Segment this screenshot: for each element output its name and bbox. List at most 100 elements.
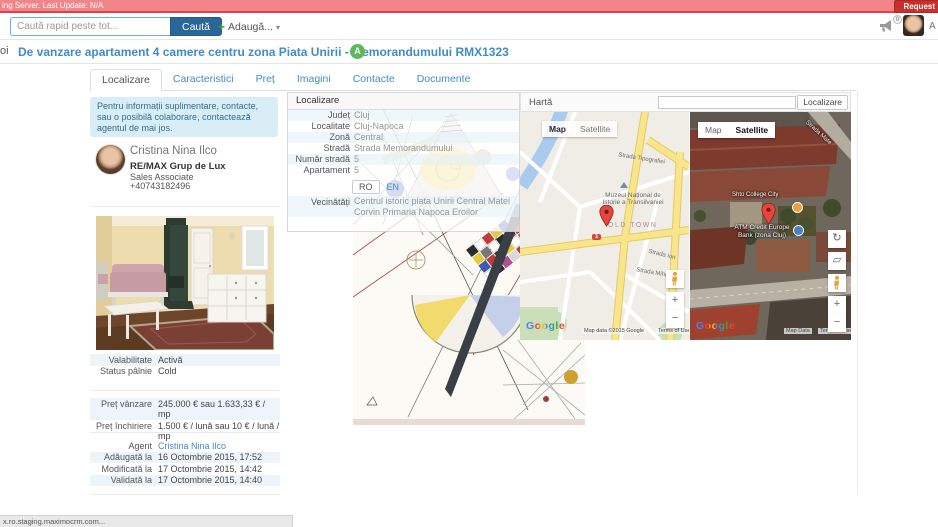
map-card-header: Hartă Localizare (520, 92, 851, 112)
agent-card: Cristina Nina Ilco RE/MAX Grup de Lux Sa… (90, 143, 280, 203)
divider (90, 432, 280, 433)
restaurant-poi-icon[interactable] (792, 202, 803, 213)
lang-tab-ro[interactable]: RO (352, 180, 380, 194)
district-label: OLD TOWN (608, 222, 657, 229)
field-row-pret-vanzare: Preț vânzare 245.000 € sau 1.633,33 € / … (90, 398, 280, 420)
roadmap-satellite-button[interactable]: Satellite (573, 121, 617, 137)
divider (90, 390, 280, 391)
map-card-title: Hartă (529, 97, 658, 108)
panel-row-vecinatati: Vecinătăți Centrul istoric piata Unirii … (288, 196, 519, 217)
divider (90, 494, 280, 495)
global-search: Caută (10, 17, 222, 36)
tab-contacte[interactable]: Contacte (342, 69, 406, 91)
staging-banner: ing Server. Last Update: N/A Request (0, 0, 938, 13)
satmap-satellite-button[interactable]: Satellite (729, 122, 776, 138)
status-fields: Valabilitate Activă Status pâlnie Cold (90, 354, 280, 377)
price-fields: Preț vânzare 245.000 € sau 1.633,33 € / … (90, 398, 280, 442)
field-row-adaugata: Adăugată la 16 Octombrie 2015, 17:52 (90, 452, 280, 464)
property-tabs: Localizare Caracteristici Preț Imagini C… (90, 68, 857, 91)
zoom-in-button[interactable]: + (666, 292, 684, 310)
map-attribution: Map data ©2015 Google (582, 328, 646, 334)
field-row-status-palnie: Status pâlnie Cold (90, 366, 280, 378)
agent-name: Cristina Nina Ilco (130, 145, 217, 157)
google-logo[interactable]: Google (696, 320, 735, 332)
roadmap-map-type-control: Map Satellite (542, 121, 617, 137)
plus-icon: + (218, 20, 225, 34)
crm-property-page: ing Server. Last Update: N/A Request Cau… (0, 0, 938, 527)
map-locate-button[interactable]: Localizare (797, 95, 848, 110)
panel-row-localitate: Localitate Cluj-Napoca (288, 121, 519, 132)
add-dropdown[interactable]: + Adaugă... ▾ (218, 20, 280, 34)
pegman-control[interactable] (828, 274, 846, 292)
pegman-icon (670, 271, 680, 286)
agent-avatar (96, 145, 125, 174)
poi-label-college: Shto College City (732, 192, 778, 198)
localizare-panel-title: Localizare (288, 93, 519, 110)
request-button[interactable]: Request (894, 0, 938, 13)
staging-status-text: ing Server. Last Update: N/A (2, 1, 103, 10)
search-button[interactable]: Caută (170, 17, 222, 36)
terms-of-use-link[interactable]: Terms of Use (656, 328, 689, 334)
panel-row-apartament: Apartament 5 (288, 165, 519, 176)
museum-label: Muzeul Național de Istorie a Transilvani… (598, 192, 668, 206)
zoom-in-button[interactable]: + (828, 296, 846, 314)
property-photo[interactable] (96, 216, 274, 350)
tab-caracteristici[interactable]: Caracteristici (162, 69, 245, 91)
search-input[interactable] (10, 17, 170, 36)
tab-documente[interactable]: Documente (406, 69, 482, 91)
tab-localizare[interactable]: Localizare (90, 69, 162, 91)
meta-fields: Agent Cristina Nina Ilco Adăugată la 16 … (90, 440, 280, 486)
lang-tab-en[interactable]: EN (380, 181, 407, 193)
link-preview-statusbar: x.ro.staging.maximocrm.com... (0, 515, 293, 527)
chevron-down-icon: ▾ (276, 23, 280, 32)
notification-count-badge: 0 (893, 15, 902, 24)
google-logo[interactable]: Google (526, 320, 565, 332)
panel-row-zona: Zonă Central (288, 132, 519, 143)
field-row-agent: Agent Cristina Nina Ilco (90, 440, 280, 452)
back-link-fragment[interactable]: oi (0, 45, 9, 57)
field-row-validata: Validată la 17 Octombrie 2015, 14:40 (90, 475, 280, 487)
panel-row-strada: Stradă Strada Memorandumului (288, 143, 519, 154)
field-row-pret-inchiriere: Preț închiriere 1.500 € / lună sau 10 € … (90, 420, 280, 442)
map-attribution: Map Data (784, 328, 812, 334)
localizare-panel: Localizare Județ Cluj Localitate Cluj-Na… (287, 92, 520, 232)
language-tabs: RO EN (352, 180, 519, 194)
pegman-icon (832, 275, 842, 290)
add-label: Adaugă... (228, 21, 273, 33)
tab-imagini[interactable]: Imagini (286, 69, 342, 91)
user-avatar[interactable] (903, 15, 924, 36)
field-row-valabilitate: Valabilitate Activă (90, 354, 280, 366)
agent-phone: +40743182496 (130, 181, 190, 191)
bank-poi-icon[interactable] (793, 225, 804, 236)
tab-pret[interactable]: Preț (245, 69, 286, 91)
active-status-badge: A (350, 44, 365, 59)
panel-row-judet: Județ Cluj (288, 110, 519, 121)
agent-company: RE/MAX Grup de Lux (130, 161, 226, 172)
satellite-map[interactable]: Map Satellite Shto College City ATM Cred… (690, 112, 851, 340)
app-header: Caută + Adaugă... ▾ 0 A (0, 13, 938, 40)
content-border (857, 91, 858, 495)
rotate-control[interactable]: ↻ (828, 230, 846, 248)
route-shield: 1 (592, 234, 601, 240)
roadmap-map-button[interactable]: Map (542, 121, 573, 137)
page-title: De vanzare apartament 4 camere centru zo… (18, 45, 509, 59)
zoom-out-button[interactable]: − (666, 310, 684, 328)
title-bar: oi De vanzare apartament 4 camere centru… (0, 40, 938, 64)
map-locate-input[interactable] (658, 96, 796, 109)
satmap-map-button[interactable]: Map (698, 122, 729, 138)
user-name-fragment: A (929, 21, 936, 32)
zoom-out-button[interactable]: − (828, 314, 846, 332)
agent-link[interactable]: Cristina Nina Ilco (158, 441, 226, 452)
road-map[interactable]: Map Satellite Strada Tipografiei Muzeul … (520, 112, 689, 340)
notifications-button[interactable]: 0 (878, 18, 900, 36)
property-marker-pin (599, 205, 614, 232)
panel-row-numar-strada: Număr stradă 5 (288, 154, 519, 165)
satmap-map-type-control: Map Satellite (698, 122, 775, 138)
property-marker-pin (761, 203, 776, 230)
pegman-control[interactable] (666, 270, 684, 288)
living-room-image (96, 216, 274, 350)
divider (90, 206, 280, 207)
tilt-control[interactable]: ▱ (828, 252, 846, 270)
agent-info-box: Pentru informații suplimentare, contacte… (90, 97, 278, 137)
field-row-modificata: Modificată la 17 Octombrie 2015, 14:42 (90, 463, 280, 475)
